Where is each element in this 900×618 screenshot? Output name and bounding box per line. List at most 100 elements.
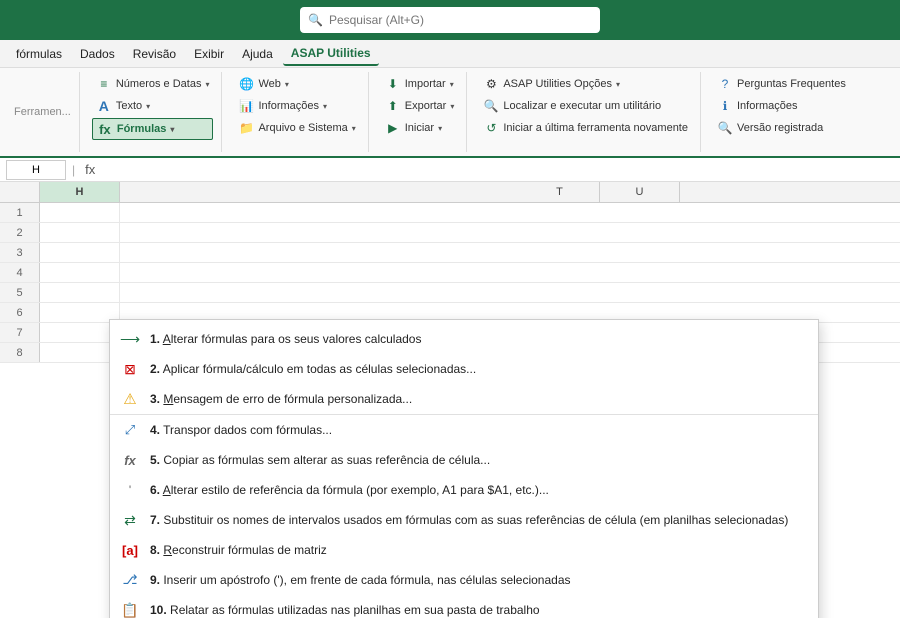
menu-item-3[interactable]: ⚠ 3. Mensagem de erro de fórmula persona… (110, 384, 818, 414)
btn-informacoes[interactable]: 📊 Informações ▾ (234, 96, 359, 116)
menu-item-1[interactable]: ⟶ 1. Alterar fórmulas para os seus valor… (110, 324, 818, 354)
menu-exibir[interactable]: Exibir (186, 43, 232, 65)
web-icon: 🌐 (238, 76, 254, 92)
menu-formulas[interactable]: fórmulas (8, 43, 70, 65)
menu-item-9[interactable]: ⎇ 9. Inserir um apóstrofo ('), em frente… (110, 565, 818, 595)
btn-asap-opcoes[interactable]: ⚙ ASAP Utilities Opções ▾ (479, 74, 692, 94)
grid-cell[interactable] (40, 283, 120, 302)
separator: | (72, 163, 75, 177)
formulas-dropdown-menu: ⟶ 1. Alterar fórmulas para os seus valor… (109, 319, 819, 618)
search-bar: 🔍 (0, 0, 900, 40)
item7-icon: ⇄ (120, 510, 140, 530)
name-box[interactable] (6, 160, 66, 180)
formulas-icon: fx (97, 121, 113, 137)
grid-cell[interactable] (40, 303, 120, 322)
btn-formulas[interactable]: fx Fórmulas ▾ (92, 118, 214, 140)
table-row: 2 (0, 223, 900, 243)
item8-icon: [a] (120, 540, 140, 560)
search-icon: 🔍 (308, 13, 323, 27)
menu-item-7[interactable]: ⇄ 7. Substituir os nomes de intervalos u… (110, 505, 818, 535)
item7-text: 7. Substituir os nomes de intervalos usa… (150, 513, 808, 527)
perguntas-icon: ? (717, 76, 733, 92)
btn-informacoes2[interactable]: ℹ Informações (713, 96, 850, 116)
asap-buttons: ⚙ ASAP Utilities Opções ▾ 🔍 Localizar e … (479, 74, 692, 138)
menu-revisao[interactable]: Revisão (125, 43, 184, 65)
item3-icon: ⚠ (120, 389, 140, 409)
btn-perguntas[interactable]: ? Perguntas Frequentes (713, 74, 850, 94)
search-input[interactable] (329, 13, 592, 27)
menu-item-5[interactable]: fx 5. Copiar as fórmulas sem alterar as … (110, 445, 818, 475)
btn-localizar[interactable]: 🔍 Localizar e executar um utilitário (479, 96, 692, 116)
btn-ultima-ferramenta[interactable]: ↺ Iniciar a última ferramenta novamente (479, 118, 692, 138)
btn-arquivo[interactable]: 📁 Arquivo e Sistema ▾ (234, 118, 359, 138)
asap-opcoes-icon: ⚙ (483, 76, 499, 92)
item10-text: 10. Relatar as fórmulas utilizadas nas p… (150, 603, 808, 617)
grid-cell[interactable] (40, 343, 120, 362)
btn-texto[interactable]: A Texto ▾ (92, 96, 214, 116)
item1-icon: ⟶ (120, 329, 140, 349)
formula-input[interactable] (103, 160, 894, 180)
btn-versao[interactable]: 🔍 Versão registrada (713, 118, 850, 138)
fx-label: fx (81, 162, 99, 177)
localizar-icon: 🔍 (483, 98, 499, 114)
dropdown-arrow8: ▾ (450, 102, 454, 111)
grid-cell[interactable] (40, 263, 120, 282)
versao-icon: 🔍 (717, 120, 733, 136)
row-num: 3 (0, 243, 40, 262)
item1-text: 1. Alterar fórmulas para os seus valores… (150, 332, 808, 346)
row-num: 7 (0, 323, 40, 342)
row-header-corner (0, 182, 40, 202)
menu-dados[interactable]: Dados (72, 43, 123, 65)
menu-item-10[interactable]: 📋 10. Relatar as fórmulas utilizadas nas… (110, 595, 818, 618)
menu-item-4[interactable]: ⤢ 4. Transpor dados com fórmulas... (110, 414, 818, 445)
menu-item-6[interactable]: ' 6. Alterar estilo de referência da fór… (110, 475, 818, 505)
dropdown-arrow: ▾ (205, 80, 209, 89)
dropdown-arrow6: ▾ (352, 124, 356, 133)
web-buttons: 🌐 Web ▾ 📊 Informações ▾ 📁 Arquivo e Sist… (234, 74, 359, 138)
menu-ajuda[interactable]: Ajuda (234, 43, 281, 65)
dropdown-arrow10: ▾ (616, 80, 620, 89)
iniciar-icon: ▶ (385, 120, 401, 136)
group-ferramentas-label: Ferramen... (14, 74, 71, 150)
row-num: 8 (0, 343, 40, 362)
grid-cell[interactable] (40, 223, 120, 242)
grid-cell[interactable] (40, 203, 120, 222)
group-web: 🌐 Web ▾ 📊 Informações ▾ 📁 Arquivo e Sist… (226, 72, 368, 152)
btn-exportar[interactable]: ⬆ Exportar ▾ (381, 96, 459, 116)
group-importar: ⬇ Importar ▾ ⬆ Exportar ▾ ▶ Iniciar ▾ (373, 72, 468, 152)
ribbon-toolbar: Ferramen... ≡ Números e Datas ▾ A Texto … (0, 68, 900, 158)
menu-item-2[interactable]: ⊠ 2. Aplicar fórmula/cálculo em todas as… (110, 354, 818, 384)
arquivo-icon: 📁 (238, 120, 254, 136)
row-num: 5 (0, 283, 40, 302)
dropdown-arrow5: ▾ (323, 102, 327, 111)
informacoes-icon: 📊 (238, 98, 254, 114)
btn-web[interactable]: 🌐 Web ▾ (234, 74, 359, 94)
importar-buttons: ⬇ Importar ▾ ⬆ Exportar ▾ ▶ Iniciar ▾ (381, 74, 459, 138)
menu-item-8[interactable]: [a] 8. Reconstruir fórmulas de matriz (110, 535, 818, 565)
item6-text: 6. Alterar estilo de referência da fórmu… (150, 483, 808, 497)
info-buttons: ? Perguntas Frequentes ℹ Informações 🔍 V… (713, 74, 850, 138)
spreadsheet-area: H T U 1 2 3 4 5 6 7 (0, 182, 900, 618)
item3-text: 3. Mensagem de erro de fórmula personali… (150, 392, 808, 406)
grid-cell[interactable] (40, 323, 120, 342)
item9-text: 9. Inserir um apóstrofo ('), em frente d… (150, 573, 808, 587)
row-num: 1 (0, 203, 40, 222)
col-header-t: T (520, 182, 600, 202)
btn-numeros-datas[interactable]: ≡ Números e Datas ▾ (92, 74, 214, 94)
dropdown-arrow4: ▾ (285, 80, 289, 89)
item4-icon: ⤢ (120, 420, 140, 440)
menu-asap[interactable]: ASAP Utilities (283, 42, 379, 66)
ultima-icon: ↺ (483, 120, 499, 136)
btn-importar[interactable]: ⬇ Importar ▾ (381, 74, 459, 94)
numeros-datas-icon: ≡ (96, 76, 112, 92)
formula-bar: | fx (0, 158, 900, 182)
btn-iniciar[interactable]: ▶ Iniciar ▾ (381, 118, 459, 138)
search-wrapper[interactable]: 🔍 (300, 7, 600, 33)
item4-text: 4. Transpor dados com fórmulas... (150, 423, 808, 437)
grid-cell[interactable] (40, 243, 120, 262)
table-row: 3 (0, 243, 900, 263)
item2-text: 2. Aplicar fórmula/cálculo em todas as c… (150, 362, 808, 376)
col-header-h: H (40, 182, 120, 202)
item10-icon: 📋 (120, 600, 140, 618)
group-info: ? Perguntas Frequentes ℹ Informações 🔍 V… (705, 72, 858, 152)
